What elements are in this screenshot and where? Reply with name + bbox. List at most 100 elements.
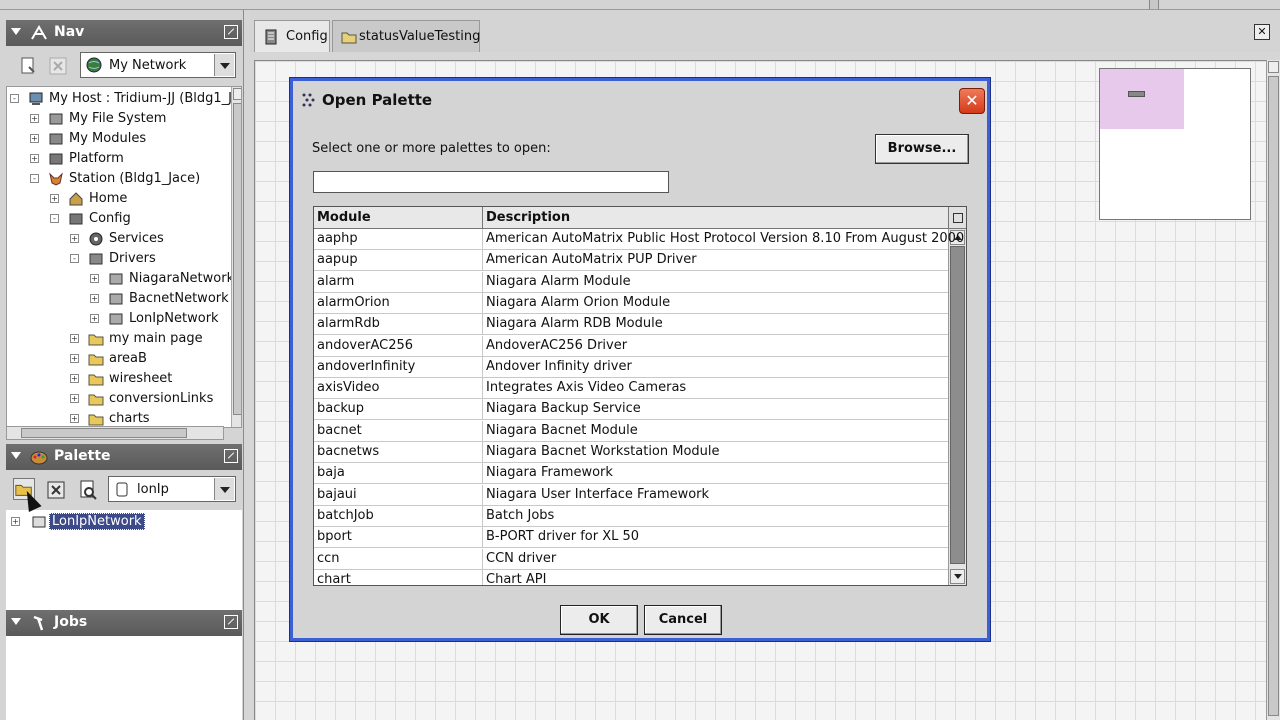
nav-tree-item[interactable]: - Station (Bldg1_Jace): [7, 169, 231, 189]
jobs-maximize-icon[interactable]: [224, 615, 238, 629]
services-gear-icon: [89, 232, 103, 246]
table-row[interactable]: aaphp American AutoMatrix Public Host Pro…: [314, 229, 964, 250]
palette-combo[interactable]: lonIp: [108, 476, 236, 502]
cell-separator: [482, 399, 483, 421]
column-module-header[interactable]: Module: [317, 210, 371, 225]
expand-icon[interactable]: +: [50, 194, 59, 203]
expand-icon[interactable]: +: [90, 294, 99, 303]
nav-tree-item[interactable]: + LonIpNetwork: [7, 309, 231, 329]
dialog-close-button[interactable]: ✕: [959, 88, 985, 114]
expand-icon[interactable]: +: [70, 234, 79, 243]
collapse-icon[interactable]: -: [70, 254, 79, 263]
description-cell: Niagara Alarm Module: [486, 273, 631, 289]
collapse-icon[interactable]: -: [10, 94, 19, 103]
expand-icon[interactable]: +: [70, 394, 79, 403]
nav-tree-item[interactable]: + My Modules: [7, 129, 231, 149]
nav-maximize-icon[interactable]: [224, 25, 238, 39]
table-row[interactable]: batchJob Batch Jobs: [314, 505, 948, 527]
expand-icon[interactable]: +: [30, 154, 39, 163]
expand-icon[interactable]: +: [70, 354, 79, 363]
nav-header[interactable]: Nav: [6, 20, 242, 46]
collapse-icon[interactable]: -: [30, 174, 39, 183]
jobs-header[interactable]: Jobs: [6, 610, 242, 636]
table-row[interactable]: backup Niagara Backup Service: [314, 399, 948, 421]
chevron-down-icon[interactable]: [214, 478, 234, 500]
palette-combo-value: lonIp: [137, 482, 169, 497]
nav-tree-item[interactable]: + Platform: [7, 149, 231, 169]
nav-tree-item[interactable]: - Config: [7, 209, 231, 229]
nav-tree-item[interactable]: + my main page: [7, 329, 231, 349]
wiresheet-overview[interactable]: [1099, 68, 1251, 220]
tab-config[interactable]: Config: [254, 20, 330, 52]
column-separator[interactable]: [482, 207, 483, 229]
canvas-vertical-scrollbar[interactable]: [1266, 60, 1280, 720]
table-row[interactable]: andoverAC256 AndoverAC256 Driver: [314, 335, 948, 357]
expand-icon[interactable]: +: [11, 517, 20, 526]
expand-icon[interactable]: +: [30, 114, 39, 123]
nav-tree-item[interactable]: + conversionLinks: [7, 389, 231, 409]
dialog-title-bar[interactable]: Open Palette ✕: [293, 81, 987, 119]
table-row[interactable]: bajaui Niagara User Interface Framework: [314, 484, 948, 506]
table-row[interactable]: alarmRdb Niagara Alarm RDB Module: [314, 314, 948, 336]
description-cell: AndoverAC256 Driver: [486, 337, 628, 353]
collapse-triangle-icon[interactable]: [11, 452, 21, 459]
palette-search-input[interactable]: [313, 171, 669, 193]
description-cell: Andover Infinity driver: [486, 358, 632, 374]
expand-icon[interactable]: +: [70, 414, 79, 423]
table-row[interactable]: ccn CCN driver: [314, 548, 948, 570]
network-combo[interactable]: My Network: [80, 52, 236, 78]
nav-tree-item[interactable]: + wiresheet: [7, 369, 231, 389]
column-description-header[interactable]: Description: [486, 210, 570, 225]
table-row[interactable]: alarmOrion Niagara Alarm Orion Module: [314, 292, 948, 314]
tab-statusvaluetesting[interactable]: statusValueTesting: [332, 20, 480, 52]
nav-tree-item[interactable]: + areaB: [7, 349, 231, 369]
close-disabled-icon[interactable]: [46, 54, 68, 76]
overview-viewport[interactable]: [1100, 69, 1184, 129]
expand-icon[interactable]: +: [70, 334, 79, 343]
expand-icon[interactable]: +: [90, 274, 99, 283]
table-vertical-scrollbar[interactable]: [948, 229, 966, 585]
nav-tree-item[interactable]: + Home: [7, 189, 231, 209]
scroll-thumb[interactable]: [950, 246, 965, 564]
scroll-down-icon[interactable]: [950, 569, 965, 584]
nav-tree-horizontal-scrollbar[interactable]: [6, 426, 224, 440]
table-row[interactable]: baja Niagara Framework: [314, 463, 948, 485]
nav-tree-label: my main page: [109, 331, 203, 346]
table-row[interactable]: bacnet Niagara Bacnet Module: [314, 420, 948, 442]
table-row[interactable]: alarm Niagara Alarm Module: [314, 271, 948, 293]
ok-button[interactable]: OK: [560, 605, 638, 635]
table-row[interactable]: bport B-PORT driver for XL 50: [314, 527, 948, 549]
chevron-down-icon[interactable]: [214, 54, 234, 76]
cancel-button[interactable]: Cancel: [644, 605, 722, 635]
expand-icon[interactable]: +: [70, 374, 79, 383]
close-tab-icon[interactable]: ✕: [1254, 24, 1270, 40]
table-row[interactable]: andoverInfinity Andover Infinity driver: [314, 356, 948, 378]
collapse-icon[interactable]: -: [50, 214, 59, 223]
find-icon[interactable]: [76, 478, 98, 500]
column-chooser-icon[interactable]: [948, 207, 966, 229]
expand-icon[interactable]: +: [90, 314, 99, 323]
new-document-icon[interactable]: [16, 54, 38, 76]
nav-tree-vertical-scrollbar[interactable]: [231, 87, 241, 427]
nav-tree-item[interactable]: + BacnetNetwork: [7, 289, 231, 309]
nav-tree-item[interactable]: + NiagaraNetwork: [7, 269, 234, 289]
cell-separator: [482, 442, 483, 463]
nav-tree-item[interactable]: - Drivers: [7, 249, 231, 269]
close-palette-icon[interactable]: [44, 478, 66, 500]
table-row[interactable]: axisVideo Integrates Axis Video Cameras: [314, 378, 948, 400]
nav-tree-item[interactable]: - My Host : Tridium-JJ (Bldg1_J: [7, 89, 232, 109]
network-icon: [109, 293, 123, 305]
palette-header[interactable]: Palette: [6, 444, 242, 470]
table-row[interactable]: chart Chart API: [314, 569, 948, 585]
table-row[interactable]: aapup American AutoMatrix PUP Driver: [314, 250, 948, 272]
collapse-triangle-icon[interactable]: [11, 28, 21, 35]
nav-tree-item[interactable]: + My File System: [7, 109, 231, 129]
expand-icon[interactable]: +: [30, 134, 39, 143]
module-cell: alarmRdb: [317, 316, 380, 332]
collapse-triangle-icon[interactable]: [11, 618, 21, 625]
table-row[interactable]: bacnetws Niagara Bacnet Workstation Modul…: [314, 442, 948, 463]
browse-button[interactable]: Browse...: [875, 134, 969, 164]
palette-maximize-icon[interactable]: [224, 449, 238, 463]
dialog-title: Open Palette: [322, 91, 433, 109]
nav-tree-item[interactable]: + Services: [7, 229, 231, 249]
